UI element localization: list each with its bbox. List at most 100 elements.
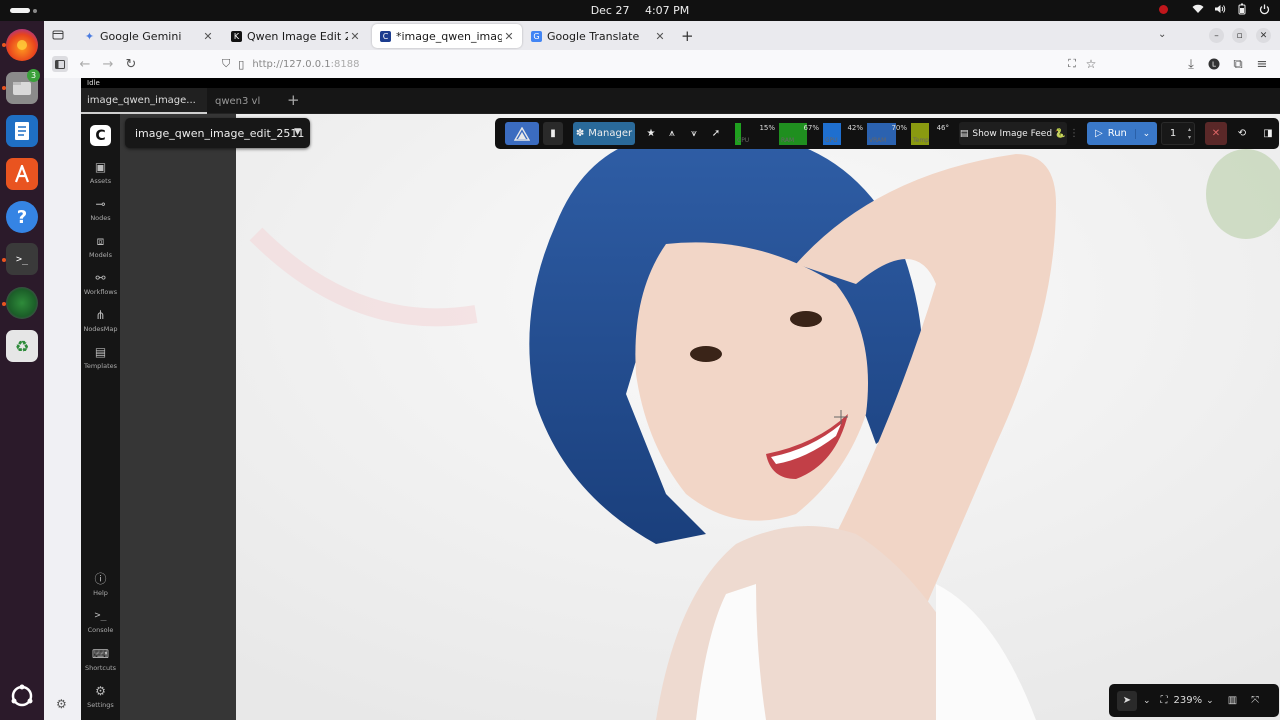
tool-chevron-icon[interactable]: ⌄ bbox=[1143, 696, 1151, 706]
sidebar-item-nodesmap[interactable]: ⋔ NodesMap bbox=[81, 308, 120, 333]
sidebar-item-workflows[interactable]: ⚯ Workflows bbox=[81, 271, 120, 296]
system-tray[interactable] bbox=[1159, 3, 1270, 15]
sidebar-toggle-icon[interactable] bbox=[52, 56, 68, 72]
batch-count-input[interactable]: 1 ▴ ▾ bbox=[1160, 122, 1195, 145]
close-tab-icon[interactable]: ✕ bbox=[502, 30, 516, 43]
sidebar-item-label: Console bbox=[87, 626, 114, 634]
sidebar-item-templates[interactable]: ▤ Templates bbox=[81, 345, 120, 370]
browser-sidebar-settings-icon[interactable]: ⚙ bbox=[56, 697, 67, 711]
canvas-zoom-controls: ➤ ⌄ ⛶ 239% ⌄ ▥ ⤧ bbox=[1109, 684, 1279, 717]
extensions-icon[interactable]: ⧉ bbox=[1230, 56, 1246, 72]
sidebar-item-settings[interactable]: ⚙ Settings bbox=[81, 684, 120, 709]
node-icon: ⊸ bbox=[95, 197, 106, 211]
run-mode-chevron-icon[interactable]: ⌄ bbox=[1134, 128, 1157, 139]
model-alt-icon[interactable]: ⩛ bbox=[683, 122, 705, 145]
forward-arrow-icon[interactable]: → bbox=[100, 56, 116, 72]
temp-meter: Temp 46° bbox=[911, 122, 951, 145]
fit-view-icon[interactable]: ⛶ bbox=[1161, 695, 1168, 706]
vram-meter-value: 70% bbox=[891, 123, 907, 132]
close-window-button[interactable]: ✕ bbox=[1256, 28, 1271, 43]
files-icon[interactable]: 3 bbox=[6, 69, 40, 104]
comfy-logo-icon[interactable]: C bbox=[90, 125, 111, 146]
back-arrow-icon[interactable]: ← bbox=[77, 56, 93, 72]
select-tool-icon[interactable]: ➤ bbox=[1117, 690, 1137, 711]
restore-button[interactable]: ▫ bbox=[1232, 28, 1247, 43]
cancel-run-button[interactable]: ✕ bbox=[1205, 122, 1227, 145]
browser-tab-qwen[interactable]: K Qwen Image Edit 2511 - H ✕ bbox=[223, 24, 368, 48]
sidebar-item-models[interactable]: ⧈ Models bbox=[81, 234, 120, 259]
list-all-tabs-chevron-icon[interactable]: ⌄ bbox=[1158, 29, 1166, 40]
browser-tab-comfy[interactable]: C *image_qwen_image_edi ✕ bbox=[372, 24, 522, 48]
trash-icon[interactable]: ♻ bbox=[6, 330, 38, 362]
batch-count-value: 1 bbox=[1169, 128, 1177, 139]
browser-tab-translate[interactable]: G Google Translate ✕ bbox=[523, 24, 673, 48]
link-visibility-icon[interactable]: ⤧ bbox=[1251, 695, 1259, 706]
globe-app-icon[interactable] bbox=[6, 287, 38, 319]
sidebar-item-label: Nodes bbox=[90, 214, 111, 222]
close-tab-icon[interactable]: ✕ bbox=[653, 30, 667, 43]
volume-icon bbox=[1214, 3, 1226, 15]
sidebar-item-label: Help bbox=[93, 589, 108, 597]
run-button[interactable]: ▷ Run bbox=[1087, 128, 1135, 139]
chevron-down-icon: ▼ bbox=[294, 127, 301, 137]
workflow-tab[interactable]: qwen3 vl bbox=[209, 88, 279, 114]
download-icon[interactable]: ⤓ bbox=[1183, 56, 1199, 72]
system-clock[interactable]: Dec 27 4:07 PM bbox=[0, 4, 1280, 17]
terminal-app-icon[interactable]: >_ bbox=[6, 243, 38, 275]
manager-button[interactable]: ✽ Manager bbox=[573, 122, 635, 145]
minimap-icon[interactable]: ▥ bbox=[1228, 695, 1237, 706]
close-tab-icon[interactable]: ✕ bbox=[201, 30, 215, 43]
menu-hamburger-icon[interactable]: ≡ bbox=[1254, 56, 1270, 72]
toggle-panel-icon[interactable]: ◨ bbox=[1257, 122, 1279, 145]
bookmark-star-icon[interactable]: ☆ bbox=[1083, 56, 1099, 72]
drag-handle-icon[interactable]: ⋮ bbox=[1069, 122, 1079, 145]
stepper-arrows-icon[interactable]: ▴ ▾ bbox=[1188, 126, 1191, 142]
address-bar[interactable]: ⛉ ▯ http://127.0.0.1:8188 bbox=[222, 53, 1106, 75]
vram-meter: VRAM 70% bbox=[867, 122, 909, 145]
tab-list-icon[interactable] bbox=[50, 27, 66, 43]
bookmark-icon[interactable]: ▮ bbox=[543, 122, 563, 145]
sidebar-item-shortcuts[interactable]: ⌨ Shortcuts bbox=[81, 647, 120, 672]
share-icon[interactable]: ➚ bbox=[705, 122, 727, 145]
shield-icon[interactable]: ⛉ bbox=[222, 57, 230, 71]
app-center-icon[interactable] bbox=[6, 158, 38, 190]
history-icon[interactable]: ⟲ bbox=[1231, 122, 1253, 145]
cpu-meter-label: CPU bbox=[737, 136, 750, 144]
graph-canvas[interactable] bbox=[236, 114, 1280, 720]
reload-icon[interactable]: ↻ bbox=[123, 56, 139, 72]
zoom-level[interactable]: 239% bbox=[1174, 695, 1203, 706]
workflow-tab-label: qwen3 vl bbox=[215, 95, 261, 107]
comfyui-app: Idle image_qwen_image... qwen3 vl + C ▣ … bbox=[81, 78, 1280, 720]
workflow-selector[interactable]: image_qwen_image_edit_2511 ▼ bbox=[125, 118, 310, 148]
sidebar-item-nodes[interactable]: ⊸ Nodes bbox=[81, 197, 120, 222]
new-tab-button[interactable]: + bbox=[681, 27, 694, 45]
comfy-manager-logo-icon[interactable] bbox=[505, 122, 539, 145]
zoom-chevron-icon[interactable]: ⌄ bbox=[1206, 696, 1214, 706]
help-app-icon[interactable]: ? bbox=[6, 201, 38, 233]
sidebar-item-label: Shortcuts bbox=[84, 664, 117, 672]
account-icon[interactable]: L bbox=[1206, 56, 1222, 72]
sidebar-item-help[interactable]: ⓘ Help bbox=[81, 572, 120, 597]
writer-icon[interactable] bbox=[6, 115, 38, 147]
sidebar-item-label: Settings bbox=[87, 701, 114, 709]
image-feed-label: Show Image Feed 🐍 bbox=[972, 128, 1067, 139]
model-icon[interactable]: ⩚ bbox=[661, 122, 683, 145]
gpu-meter-label: GPU bbox=[825, 136, 838, 144]
minimize-button[interactable]: – bbox=[1209, 28, 1224, 43]
firefox-icon[interactable] bbox=[6, 29, 38, 61]
show-apps-icon[interactable] bbox=[6, 680, 38, 712]
close-tab-icon[interactable]: ✕ bbox=[348, 30, 362, 43]
star-icon[interactable]: ★ bbox=[641, 122, 661, 145]
sidebar-item-label: NodesMap bbox=[83, 325, 118, 333]
sidebar-item-assets[interactable]: ▣ Assets bbox=[81, 160, 120, 185]
url-port: :8188 bbox=[330, 58, 360, 70]
show-image-feed-button[interactable]: ▤ Show Image Feed 🐍 bbox=[959, 122, 1067, 145]
comfy-favicon-icon: C bbox=[380, 30, 391, 42]
tab-title: Qwen Image Edit 2511 - H bbox=[247, 29, 348, 43]
add-workflow-button[interactable]: + bbox=[287, 91, 300, 109]
workflow-tab-active[interactable]: image_qwen_image... bbox=[81, 88, 207, 114]
translate-page-icon[interactable]: ⛶ bbox=[1064, 56, 1080, 72]
browser-nav-bar: ← → ↻ ⛉ ▯ http://127.0.0.1:8188 ⛶ ☆ ⤓ L … bbox=[44, 50, 1280, 78]
sidebar-item-console[interactable]: >_ Console bbox=[81, 609, 120, 634]
browser-tab-gemini[interactable]: ✦ Google Gemini ✕ bbox=[76, 24, 221, 48]
